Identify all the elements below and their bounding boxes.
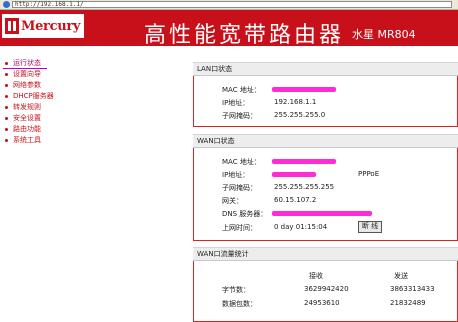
traffic-col-receive: 接收 [309, 272, 323, 280]
wan-status-panel: WAN口状态 MAC 地址： IP地址： PPPoE 子网掩码： 255.255… [193, 134, 458, 241]
sidebar-item-status[interactable]: 运行状态 [0, 58, 80, 69]
address-bar: http://192.168.1.1/ [0, 0, 458, 10]
sidebar-item-label: 运行状态 [13, 59, 41, 67]
traffic-bytes-received: 3629942420 [304, 285, 349, 293]
lan-status-title: LAN口状态 [193, 63, 458, 76]
bullet-icon [5, 73, 8, 76]
sidebar-menu: 运行状态 设置向导 网络参数 DHCP服务器 转发规则 安全设置 路由功能 系统… [0, 58, 80, 146]
sidebar-item-label: DHCP服务器 [13, 92, 54, 100]
traffic-bytes-row: 字节数： 3629942420 3863313433 [194, 285, 457, 295]
disconnect-button[interactable]: 断 线 [358, 221, 382, 233]
lan-status-body: MAC 地址： IP地址： 192.168.1.1 子网掩码： 255.255.… [193, 76, 458, 127]
lan-mac-redaction [272, 87, 336, 92]
wan-mask-value: 255.255.255.255 [274, 183, 335, 191]
sidebar-item-label: 转发规则 [13, 103, 41, 111]
lan-mask-row: 子网掩码： 255.255.255.0 [194, 111, 457, 121]
brand-logo: Mercury [2, 14, 84, 38]
bullet-icon [5, 95, 8, 98]
url-field[interactable]: http://192.168.1.1/ [12, 1, 452, 8]
wan-status-body: MAC 地址： IP地址： PPPoE 子网掩码： 255.255.255.25… [193, 148, 458, 241]
traffic-packets-label: 数据包数： [222, 300, 257, 308]
traffic-packets-received: 24953610 [304, 299, 340, 307]
wan-ip-redaction [272, 172, 316, 177]
wan-ip-row: IP地址： PPPoE [194, 170, 457, 180]
wan-mac-label: MAC 地址： [222, 158, 261, 166]
sidebar-item-routing[interactable]: 路由功能 [0, 124, 80, 135]
wan-uptime-label: 上网时间： [222, 224, 257, 232]
wan-ip-label: IP地址： [222, 171, 250, 179]
sidebar-item-label: 路由功能 [13, 125, 41, 133]
lan-mac-label: MAC 地址： [222, 86, 261, 94]
bullet-icon [5, 117, 8, 120]
sidebar-item-security[interactable]: 安全设置 [0, 113, 80, 124]
page-title: 高性能宽带路由器 [144, 23, 345, 48]
traffic-col-send: 发送 [394, 272, 408, 280]
lan-mask-value: 255.255.255.0 [274, 111, 326, 119]
bullet-icon [5, 128, 8, 131]
bullet-icon [5, 139, 8, 142]
header-banner: Mercury 高性能宽带路由器 水星 MR804 [0, 10, 458, 48]
browser-icon [3, 1, 10, 8]
sidebar-item-label: 安全设置 [13, 114, 41, 122]
wan-connection-type: PPPoE [358, 170, 380, 178]
traffic-bytes-sent: 3863313433 [390, 285, 435, 293]
wan-dns-redaction [272, 211, 372, 216]
sidebar-item-label: 设置向导 [13, 70, 41, 78]
lan-status-panel: LAN口状态 MAC 地址： IP地址： 192.168.1.1 子网掩码： 2… [193, 62, 458, 127]
wan-traffic-body: 接收 发送 字节数： 3629942420 3863313433 数据包数： 2… [193, 261, 458, 322]
wan-gateway-label: 网关： [222, 197, 243, 205]
wan-mask-row: 子网掩码： 255.255.255.255 [194, 183, 457, 193]
wan-dns-row: DNS 服务器： [194, 209, 457, 219]
wan-mask-label: 子网掩码： [222, 184, 257, 192]
sidebar-item-wizard[interactable]: 设置向导 [0, 69, 80, 80]
sidebar-item-network[interactable]: 网络参数 [0, 80, 80, 91]
sidebar-item-label: 系统工具 [13, 136, 41, 144]
lan-ip-label: IP地址： [222, 99, 250, 107]
lan-ip-row: IP地址： 192.168.1.1 [194, 98, 457, 108]
mercury-logo-icon [5, 18, 19, 34]
traffic-header-row: 接收 发送 [194, 271, 457, 281]
sidebar-item-system-tools[interactable]: 系统工具 [0, 135, 80, 146]
wan-gateway-row: 网关： 60.15.107.2 [194, 196, 457, 206]
lan-ip-value: 192.168.1.1 [274, 98, 317, 106]
bullet-icon [5, 84, 8, 87]
wan-traffic-panel: WAN口流量统计 接收 发送 字节数： 3629942420 386331343… [193, 247, 458, 322]
wan-uptime-value: 0 day 01:15:04 [274, 223, 328, 231]
traffic-packets-sent: 21832489 [390, 299, 426, 307]
model-name: 水星 MR804 [352, 28, 416, 41]
wan-mac-redaction [272, 159, 336, 164]
wan-mac-row: MAC 地址： [194, 157, 457, 167]
sidebar-item-dhcp[interactable]: DHCP服务器 [0, 91, 80, 102]
wan-gateway-value: 60.15.107.2 [274, 196, 317, 204]
brand-name: Mercury [21, 19, 81, 34]
bullet-icon [5, 106, 8, 109]
traffic-packets-row: 数据包数： 24953610 21832489 [194, 299, 457, 309]
wan-traffic-title: WAN口流量统计 [193, 248, 458, 261]
sidebar-item-forwarding[interactable]: 转发规则 [0, 102, 80, 113]
wan-dns-label: DNS 服务器： [222, 210, 268, 218]
lan-mask-label: 子网掩码： [222, 112, 257, 120]
lan-mac-row: MAC 地址： [194, 85, 457, 95]
traffic-bytes-label: 字节数： [222, 286, 250, 294]
wan-uptime-row: 上网时间： 0 day 01:15:04 断 线 [194, 221, 457, 233]
bullet-icon [5, 62, 8, 65]
sidebar-item-label: 网络参数 [13, 81, 41, 89]
wan-status-title: WAN口状态 [193, 135, 458, 148]
